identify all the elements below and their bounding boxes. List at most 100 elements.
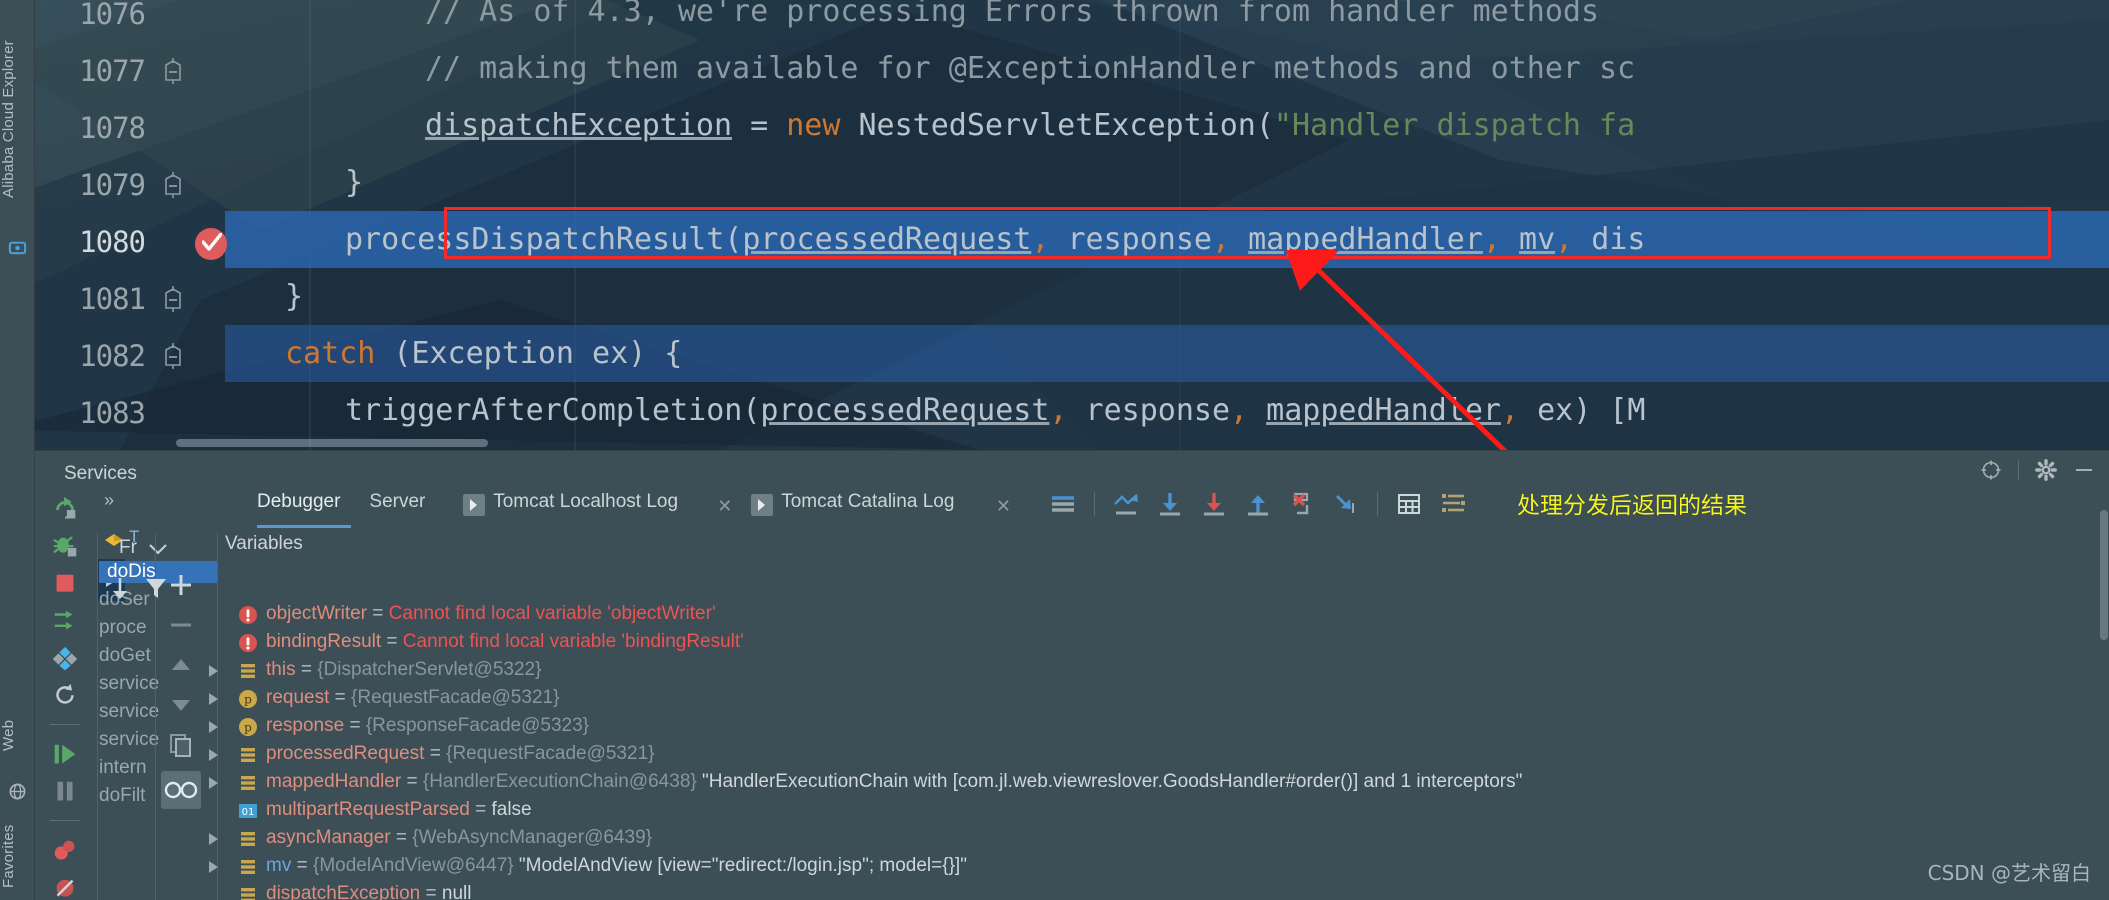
sort-icon[interactable]	[107, 575, 133, 601]
tab-server[interactable]: Server	[369, 491, 425, 513]
fold-marker-icon[interactable]	[163, 343, 183, 369]
panel-header-actions[interactable]	[1980, 459, 2095, 481]
run-icon[interactable]	[751, 494, 774, 516]
frame-item-dofilt[interactable]: doFilt	[99, 785, 145, 807]
restart-frame-icon[interactable]	[51, 607, 79, 633]
step-out-icon[interactable]	[1289, 491, 1315, 517]
code-line[interactable]: dispatchException = new NestedServletExc…	[225, 97, 1635, 154]
tab-tomcat-catalina-log[interactable]: Tomcat Catalina Log	[781, 491, 954, 513]
refresh-icon[interactable]	[51, 682, 79, 708]
step-into-icon[interactable]	[1201, 491, 1227, 517]
variable-row[interactable]: 01 multipartRequestParsed = false	[220, 797, 2105, 825]
frames-header[interactable]: Fr	[105, 533, 217, 565]
tab-tomcat-localhost-log[interactable]: Tomcat Localhost Log	[493, 491, 678, 513]
code-lines[interactable]: // As of 4.3, we're processing Errors th…	[225, 0, 2109, 450]
evaluate-expression-icon[interactable]	[1396, 491, 1422, 517]
frame-item-proce[interactable]: proce	[99, 617, 147, 639]
expand-arrow-icon[interactable]	[208, 720, 220, 734]
frame-item-service[interactable]: service	[99, 701, 159, 723]
variable-row[interactable]: mv = {ModelAndView@6447} "ModelAndView […	[209, 853, 2105, 881]
gutter-row[interactable]: 1079	[35, 154, 260, 211]
variable-row[interactable]: asyncManager = {WebAsyncManager@6439}	[209, 825, 2105, 853]
fold-marker-icon[interactable]	[163, 172, 183, 198]
debug-icon[interactable]	[51, 532, 79, 558]
editor-gutter[interactable]: 1076 1077 1078 1079 1080 1081 1082 1083	[35, 0, 260, 450]
gutter-row[interactable]: 1081	[35, 268, 260, 325]
chevron-down-icon[interactable]	[149, 543, 167, 555]
target-icon[interactable]	[1980, 459, 2002, 481]
code-editor[interactable]: // As of 4.3, we're processing Errors th…	[0, 0, 2109, 450]
left-tool-window-bar[interactable]: Alibaba Cloud Explorer Web Favorites	[0, 0, 35, 900]
gutter-row[interactable]: 1077	[35, 40, 260, 97]
gutter-row[interactable]: 1082	[35, 325, 260, 382]
rerun-icon[interactable]	[51, 495, 79, 521]
expand-arrow-icon[interactable]	[208, 832, 220, 846]
expand-arrow-icon[interactable]	[208, 776, 220, 790]
editor-horizontal-scrollbar[interactable]	[176, 438, 2096, 448]
frame-item-doget[interactable]: doGet	[99, 645, 151, 667]
copy-icon[interactable]	[167, 731, 195, 759]
expand-arrow-icon[interactable]	[208, 664, 220, 678]
move-up-icon[interactable]	[167, 651, 195, 679]
sidebar-item-web[interactable]: Web	[0, 700, 35, 770]
show-execution-point-icon[interactable]	[1113, 491, 1139, 517]
variable-row[interactable]: this = {DispatcherServlet@5322}	[209, 657, 2105, 685]
view-breakpoints-icon[interactable]	[51, 837, 79, 863]
gutter-row[interactable]: 1080	[35, 211, 260, 268]
breakpoint-icon[interactable]	[195, 228, 227, 260]
scrollbar-thumb[interactable]	[176, 439, 488, 447]
code-line[interactable]: catch (Exception ex) {	[225, 325, 2109, 382]
variable-row[interactable]: dispatchException = null	[220, 881, 2105, 900]
debugger-actions-toolbar[interactable]	[1050, 491, 1466, 517]
layout-icon[interactable]	[51, 644, 79, 671]
debug-run-toolbar[interactable]	[35, 487, 95, 900]
expand-arrow-icon[interactable]	[208, 748, 220, 762]
add-icon[interactable]	[167, 571, 195, 599]
gutter-row[interactable]: 1083	[35, 382, 260, 439]
gear-icon[interactable]	[2035, 459, 2057, 481]
variable-row[interactable]: p response = {ResponseFacade@5323}	[209, 713, 2105, 741]
code-line[interactable]: // As of 4.3, we're processing Errors th…	[225, 0, 1599, 40]
frame-item-intern[interactable]: intern	[99, 757, 147, 779]
expand-tabs-button[interactable]: »	[104, 490, 114, 511]
variable-row[interactable]: p request = {RequestFacade@5321}	[209, 685, 2105, 713]
debug-tab-strip[interactable]: Debugger Server Tomcat Localhost Log ✕ Tomca…	[217, 487, 2109, 528]
variable-row[interactable]: mappedHandler = {HandlerExecutionChain@6…	[209, 769, 2105, 797]
move-down-icon[interactable]	[167, 691, 195, 719]
sidebar-item-favorites[interactable]: Favorites	[0, 812, 35, 900]
fold-marker-icon[interactable]	[163, 58, 183, 84]
watches-toolbar[interactable]	[159, 569, 203, 900]
minimize-icon[interactable]	[2073, 459, 2095, 481]
drop-frame-icon[interactable]	[1333, 491, 1359, 517]
pause-icon[interactable]	[51, 778, 79, 804]
fold-marker-icon[interactable]	[163, 286, 183, 312]
remove-icon[interactable]	[167, 611, 195, 639]
variable-row[interactable]: processedRequest = {RequestFacade@5321}	[209, 741, 2105, 769]
close-icon[interactable]: ✕	[996, 496, 1011, 517]
run-icon[interactable]	[463, 494, 486, 516]
variable-row[interactable]: bindingResult = Cannot find local variab…	[220, 629, 2105, 657]
force-step-into-icon[interactable]	[1245, 491, 1271, 517]
code-line[interactable]: // making them available for @ExceptionH…	[225, 40, 1635, 97]
tab-debugger[interactable]: Debugger	[257, 491, 340, 513]
expand-arrow-icon[interactable]	[208, 692, 220, 706]
resume-icon[interactable]	[51, 741, 79, 767]
close-icon[interactable]: ✕	[717, 496, 732, 517]
code-line[interactable]: processDispatchResult(processedRequest, …	[225, 211, 2109, 268]
mute-breakpoints-icon[interactable]	[51, 875, 79, 900]
settings-layout-icon[interactable]	[1440, 491, 1466, 517]
gutter-row[interactable]: 1076	[35, 0, 260, 40]
sidebar-item-alibaba-cloud-explorer[interactable]: Alibaba Cloud Explorer	[0, 12, 35, 227]
variables-vertical-scrollbar[interactable]	[2099, 470, 2109, 890]
variable-row[interactable]: objectWriter = Cannot find local variabl…	[220, 601, 2105, 629]
watches-icon[interactable]	[161, 771, 201, 809]
expand-arrow-icon[interactable]	[208, 860, 220, 874]
step-over-icon[interactable]	[1157, 491, 1183, 517]
gutter-row[interactable]: 1078	[35, 97, 260, 154]
frame-item-service[interactable]: service	[99, 729, 159, 751]
frame-item-service[interactable]: service	[99, 673, 159, 695]
variables-list[interactable]: objectWriter = Cannot find local variabl…	[209, 601, 2105, 900]
menu-icon[interactable]	[1050, 491, 1076, 517]
scrollbar-thumb[interactable]	[2100, 510, 2108, 640]
stop-icon[interactable]	[51, 570, 79, 596]
